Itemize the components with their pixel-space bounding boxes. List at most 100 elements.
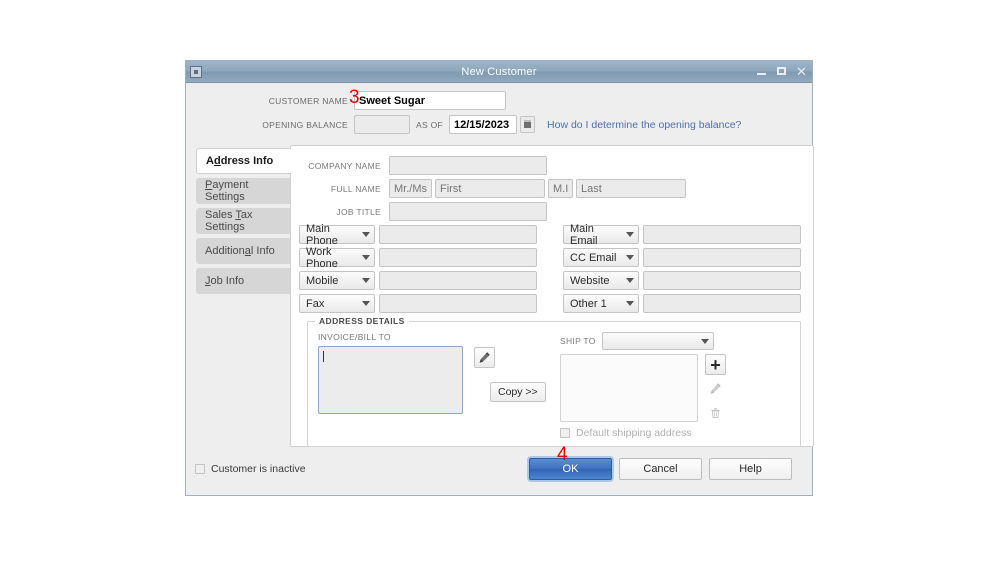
work-phone-input[interactable] xyxy=(379,248,537,267)
other-1-type-select[interactable]: Other 1 xyxy=(563,294,639,313)
main-phone-type-select[interactable]: Main Phone xyxy=(299,222,375,247)
close-icon[interactable]: ✕ xyxy=(796,65,807,78)
tab-label: Sales Tax Settings xyxy=(205,209,253,233)
chevron-down-icon xyxy=(700,338,709,344)
contact-row: Main Phone Main Email xyxy=(299,222,801,247)
salutation-input[interactable] xyxy=(389,179,432,198)
delete-ship-address-button[interactable] xyxy=(705,402,726,423)
company-name-label: COMPANY NAME xyxy=(308,160,381,171)
pencil-icon xyxy=(479,352,490,363)
system-menu-icon[interactable] xyxy=(190,65,202,78)
chevron-down-icon xyxy=(626,278,634,283)
tab-label: Job Info xyxy=(205,275,245,287)
window-controls: ✕ xyxy=(756,61,807,82)
address-details-group: ADDRESS DETAILS INVOICE/BILL TO Copy >> … xyxy=(307,316,801,447)
middle-initial-input[interactable] xyxy=(548,179,573,198)
ship-to-textarea[interactable] xyxy=(560,354,698,422)
ship-to-row: SHIP TO xyxy=(560,332,790,350)
main-email-type-select[interactable]: Main Email xyxy=(563,223,639,247)
help-button[interactable]: Help xyxy=(709,458,792,480)
tab-label: Payment Settings xyxy=(205,179,249,203)
select-value: Other 1 xyxy=(570,297,607,310)
select-value: Work Phone xyxy=(306,245,338,270)
website-input[interactable] xyxy=(643,271,801,290)
job-title-input[interactable] xyxy=(389,202,547,221)
opening-balance-help-link[interactable]: How do I determine the opening balance? xyxy=(547,119,741,131)
invoice-bill-to-column: INVOICE/BILL TO xyxy=(318,332,468,439)
cancel-button[interactable]: Cancel xyxy=(619,458,702,480)
last-name-input[interactable] xyxy=(576,179,686,198)
customer-inactive-row[interactable]: Customer is inactive xyxy=(195,463,529,475)
address-actions-column: Copy >> xyxy=(468,332,560,439)
default-shipping-row[interactable]: Default shipping address xyxy=(560,427,790,439)
fax-input[interactable] xyxy=(379,294,537,313)
tab-additional-info[interactable]: Additional Info xyxy=(196,238,290,264)
edit-invoice-address-button[interactable] xyxy=(474,347,495,368)
first-name-input[interactable] xyxy=(435,179,545,198)
fax-type-select[interactable]: Fax xyxy=(299,294,375,313)
contact-row: Work Phone CC Email xyxy=(299,245,801,270)
annotation-marker-4: 4 xyxy=(557,444,568,465)
ship-to-column: SHIP TO + Default shipping address xyxy=(560,332,790,439)
company-name-row: COMPANY NAME xyxy=(299,156,801,175)
as-of-date-input[interactable] xyxy=(449,115,518,134)
tab-label: Address Info xyxy=(206,155,274,167)
tab-address-info[interactable]: Address Info xyxy=(196,148,291,174)
full-name-label: FULL NAME xyxy=(330,183,381,194)
full-name-row: FULL NAME xyxy=(299,179,801,198)
select-value: Main Phone xyxy=(306,222,338,247)
dialog-titlebar[interactable]: New Customer ✕ xyxy=(186,61,812,83)
default-shipping-label: Default shipping address xyxy=(576,427,692,439)
contact-row: Fax Other 1 xyxy=(299,294,801,313)
other-1-input[interactable] xyxy=(643,294,801,313)
invoice-bill-to-textarea[interactable] xyxy=(318,346,463,414)
plus-icon: + xyxy=(710,354,721,375)
select-value: Fax xyxy=(306,297,325,310)
address-details-body: INVOICE/BILL TO Copy >> SHIP TO + Defaul… xyxy=(318,332,790,439)
job-title-row: JOB TITLE xyxy=(299,202,801,221)
address-details-title: ADDRESS DETAILS xyxy=(315,316,409,326)
calendar-icon[interactable] xyxy=(520,116,536,133)
as-of-label: AS OF xyxy=(416,119,444,130)
work-phone-type-select[interactable]: Work Phone xyxy=(299,245,375,270)
opening-balance-label: OPENING BALANCE xyxy=(262,119,348,130)
customer-inactive-checkbox[interactable] xyxy=(195,464,205,474)
default-shipping-checkbox[interactable] xyxy=(560,428,570,438)
minimize-icon[interactable] xyxy=(756,66,767,77)
new-customer-dialog: New Customer ✕ CUSTOMER NAME OPENING BAL… xyxy=(185,60,814,496)
chevron-down-icon xyxy=(362,278,370,283)
edit-ship-address-button[interactable] xyxy=(705,378,726,399)
select-value: Website xyxy=(570,274,610,287)
mobile-input[interactable] xyxy=(379,271,537,290)
ship-to-actions: + xyxy=(705,354,726,423)
customer-name-row: CUSTOMER NAME xyxy=(196,91,802,110)
chevron-down-icon xyxy=(626,232,634,237)
job-title-label: JOB TITLE xyxy=(336,206,381,217)
trash-icon xyxy=(711,408,720,418)
customer-name-label: CUSTOMER NAME xyxy=(268,95,348,106)
customer-name-input[interactable] xyxy=(354,91,506,110)
tab-job-info[interactable]: Job Info xyxy=(196,268,290,294)
address-info-panel: COMPANY NAME FULL NAME JOB TITLE Main Ph… xyxy=(290,145,814,447)
copy-address-button[interactable]: Copy >> xyxy=(490,382,546,402)
select-value: Mobile xyxy=(306,274,339,287)
chevron-down-icon xyxy=(626,255,634,260)
ship-to-label: SHIP TO xyxy=(560,336,596,346)
cc-email-input[interactable] xyxy=(643,248,801,267)
chevron-down-icon xyxy=(626,301,634,306)
add-ship-address-button[interactable]: + xyxy=(705,354,726,375)
customer-inactive-label: Customer is inactive xyxy=(211,463,306,475)
company-name-input[interactable] xyxy=(389,156,547,175)
tab-sales-tax-settings[interactable]: Sales Tax Settings xyxy=(196,208,290,234)
ship-to-select[interactable] xyxy=(601,332,714,350)
opening-balance-input[interactable] xyxy=(354,115,410,134)
maximize-icon[interactable] xyxy=(776,66,787,77)
tab-payment-settings[interactable]: Payment Settings xyxy=(196,178,290,204)
main-phone-input[interactable] xyxy=(379,225,537,244)
website-type-select[interactable]: Website xyxy=(563,271,639,290)
dialog-footer: Customer is inactive OK Cancel Help xyxy=(186,443,812,495)
ok-button[interactable]: OK xyxy=(529,458,612,480)
mobile-type-select[interactable]: Mobile xyxy=(299,271,375,290)
cc-email-type-select[interactable]: CC Email xyxy=(563,248,639,267)
main-email-input[interactable] xyxy=(643,225,801,244)
